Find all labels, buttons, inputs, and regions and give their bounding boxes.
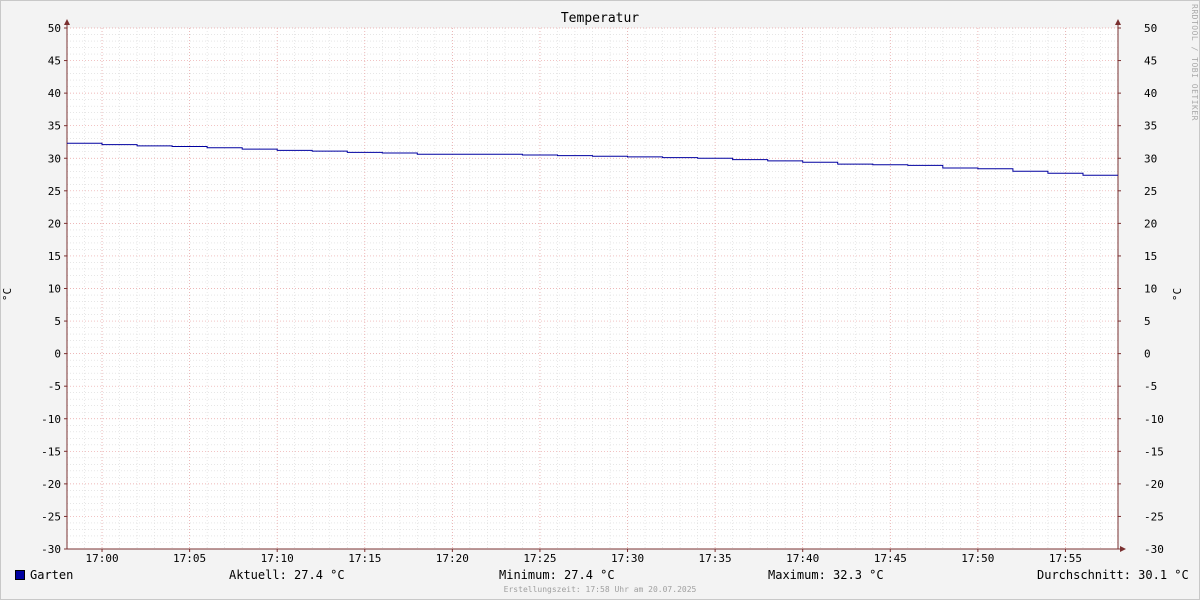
- y-tick-label-left: 15: [48, 250, 61, 263]
- x-tick-label: 17:40: [786, 552, 819, 565]
- y-tick-label-left: 10: [48, 283, 61, 296]
- y-tick-label-right: -10: [1144, 413, 1164, 426]
- x-tick-label: 17:20: [436, 552, 469, 565]
- x-tick-label: 17:15: [348, 552, 381, 565]
- x-tick-label: 17:30: [611, 552, 644, 565]
- y-tick-label-left: 0: [54, 348, 61, 361]
- x-tick-label: 17:50: [961, 552, 994, 565]
- y-tick-label-left: -10: [41, 413, 61, 426]
- x-tick-label: 17:25: [523, 552, 556, 565]
- y-tick-label-left: -20: [41, 478, 61, 491]
- legend-durchschnitt: Durchschnitt: 30.1 °C: [1037, 568, 1189, 582]
- temperature-chart: 50 5045 4540 4035 3530 3025 2520 2015 1510 105 50 0…: [41, 19, 1164, 565]
- y-tick-label-left: -5: [48, 380, 61, 393]
- footer-timestamp: Erstellungszeit: 17:58 Uhr am 20.07.2025: [503, 585, 697, 594]
- x-tick-label: 17:45: [874, 552, 907, 565]
- x-tick-label: 17:00: [85, 552, 118, 565]
- y-tick-label-right: 45: [1144, 55, 1157, 68]
- y-tick-label-right: 15: [1144, 250, 1157, 263]
- legend-series-name: Garten: [30, 568, 74, 582]
- y-tick-label-right: -30: [1144, 543, 1164, 556]
- y-tick-label-right: 30: [1144, 152, 1157, 165]
- y-tick-label-left: 35: [48, 120, 61, 133]
- y-tick-label-right: 25: [1144, 185, 1157, 198]
- y-axis-label-right: °C: [1171, 287, 1185, 302]
- x-tick-label: 17:35: [699, 552, 732, 565]
- watermark: RRDTOOL / TOBI OETIKER: [1190, 4, 1199, 121]
- y-tick-label-left: 5: [54, 315, 61, 328]
- y-tick-label-left: 30: [48, 152, 61, 165]
- legend-minimum: Minimum: 27.4 °C: [499, 568, 615, 582]
- y-axis-label-left: °C: [1, 287, 15, 302]
- y-tick-label-right: -5: [1144, 380, 1157, 393]
- y-tick-label-left: -15: [41, 445, 61, 458]
- y-tick-label-right: -20: [1144, 478, 1164, 491]
- x-tick-label: 17:10: [261, 552, 294, 565]
- y-tick-label-left: 25: [48, 185, 61, 198]
- legend-swatch: [15, 570, 25, 580]
- x-tick-label: 17:05: [173, 552, 206, 565]
- y-tick-label-left: 40: [48, 87, 61, 100]
- y-tick-label-left: 20: [48, 217, 61, 230]
- y-tick-label-right: 10: [1144, 283, 1157, 296]
- legend-maximum: Maximum: 32.3 °C: [768, 568, 884, 582]
- y-tick-label-right: 40: [1144, 87, 1157, 100]
- y-tick-label-right: 35: [1144, 120, 1157, 133]
- legend-aktuell: Aktuell: 27.4 °C: [229, 568, 345, 582]
- y-tick-label-right: 20: [1144, 217, 1157, 230]
- y-tick-label-right: -25: [1144, 510, 1164, 523]
- y-tick-label-left: 45: [48, 55, 61, 68]
- y-tick-label-right: 0: [1144, 348, 1151, 361]
- x-axis-arrow: [1120, 546, 1126, 552]
- y-tick-label-left: -30: [41, 543, 61, 556]
- x-tick-label: 17:55: [1049, 552, 1082, 565]
- y-tick-label-right: 5: [1144, 315, 1151, 328]
- chart-title: Temperatur: [560, 11, 640, 26]
- y-tick-label-right: -15: [1144, 445, 1164, 458]
- y-tick-label-left: -25: [41, 510, 61, 523]
